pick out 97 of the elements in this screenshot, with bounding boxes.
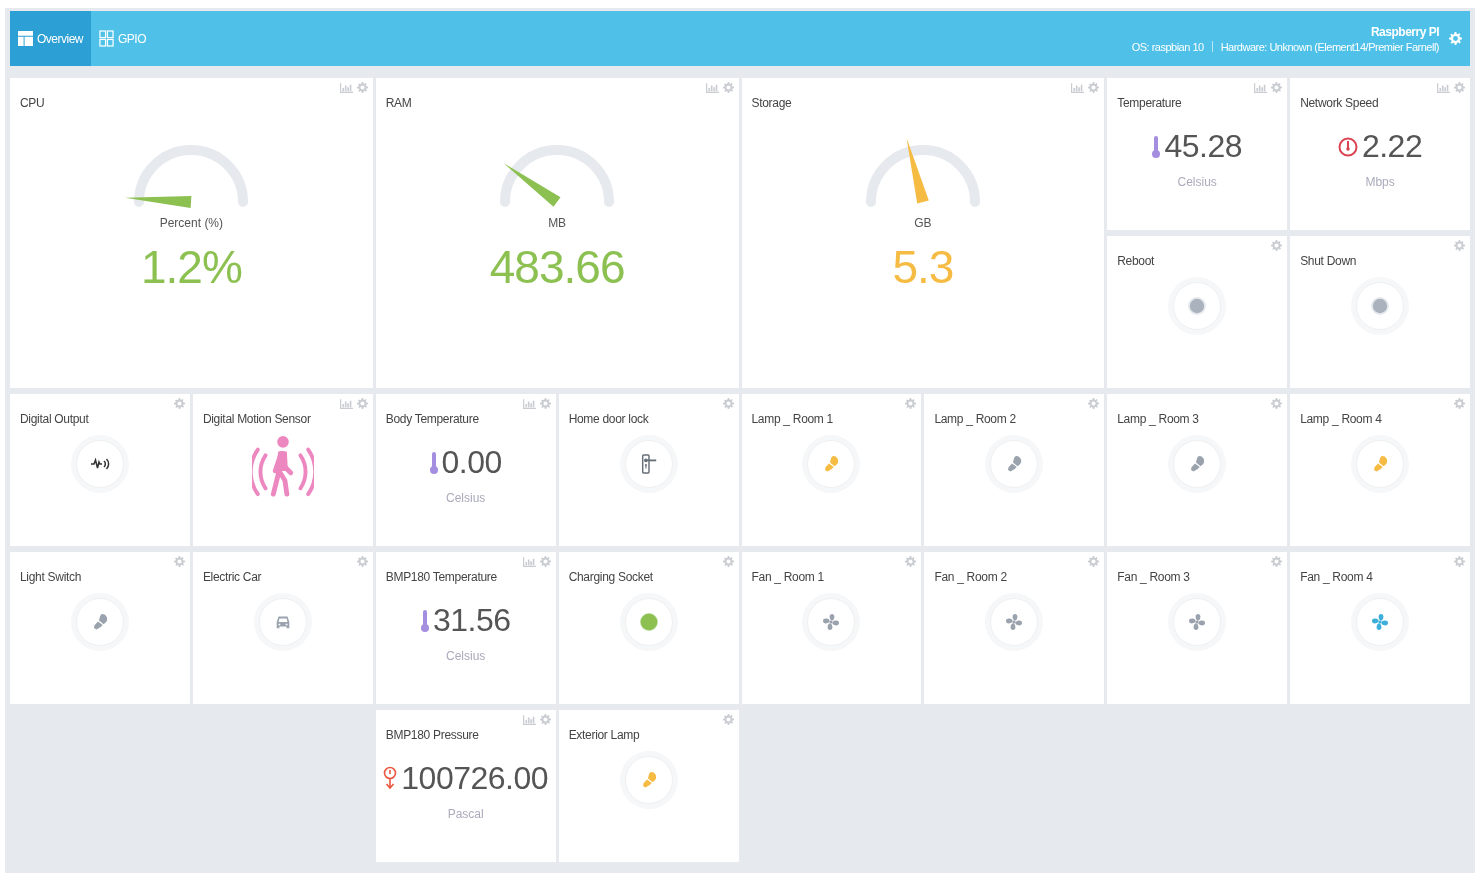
settings-icon[interactable] bbox=[1271, 82, 1283, 93]
settings-icon[interactable] bbox=[722, 82, 734, 93]
settings-icon[interactable] bbox=[722, 714, 734, 725]
thermometer-icon bbox=[429, 450, 438, 475]
settings-icon[interactable] bbox=[539, 714, 551, 725]
unit-label: Celsius bbox=[446, 649, 486, 663]
widget-title: Fan _ Room 3 bbox=[1117, 570, 1190, 584]
unit-label: Celsius bbox=[1177, 175, 1217, 189]
settings-icon[interactable] bbox=[1454, 82, 1465, 93]
sensor-value: 31.56 bbox=[432, 602, 511, 639]
chart-icon[interactable] bbox=[1254, 82, 1268, 93]
fan-icon bbox=[1370, 612, 1391, 632]
widget-title: Storage bbox=[751, 96, 792, 110]
pulse-signal-icon bbox=[89, 457, 110, 471]
widget-title: Digital Motion Sensor bbox=[202, 412, 311, 426]
unit-label: Mbps bbox=[1365, 175, 1395, 189]
settings-icon[interactable] bbox=[1088, 398, 1100, 409]
sensor-value: 100726.00 bbox=[401, 760, 549, 797]
widget-title: CPU bbox=[20, 96, 45, 110]
settings-icon[interactable] bbox=[356, 398, 368, 409]
chart-icon[interactable] bbox=[705, 82, 719, 93]
widget-title: RAM bbox=[385, 96, 412, 110]
settings-icon[interactable] bbox=[539, 398, 551, 409]
settings-icon[interactable] bbox=[1271, 556, 1283, 567]
chart-icon[interactable] bbox=[522, 398, 536, 409]
grid-icon bbox=[99, 30, 114, 47]
dashboard-icon bbox=[18, 31, 33, 46]
widget-title: Exterior Lamp bbox=[568, 728, 640, 742]
settings-icon[interactable] bbox=[1271, 240, 1283, 251]
hardware-info: Hardware: Unknown (Element14/Premier Farnell) bbox=[1220, 40, 1439, 53]
unit-label: Percent (%) bbox=[159, 216, 224, 230]
thermometer-icon bbox=[420, 608, 429, 633]
sensor-value: 2.22 bbox=[1361, 128, 1423, 165]
record-icon bbox=[1188, 297, 1207, 315]
status-dot-icon bbox=[638, 612, 659, 632]
speedometer-icon bbox=[1337, 136, 1358, 157]
unit-label: MB bbox=[548, 216, 567, 230]
device-name: Raspberry PI bbox=[1370, 24, 1439, 39]
settings-icon[interactable] bbox=[1454, 556, 1465, 567]
os-info: OS: raspbian 10 bbox=[1131, 40, 1204, 53]
widget-title: Lamp _ Room 1 bbox=[751, 412, 833, 426]
widget-title: Light Switch bbox=[20, 570, 82, 584]
widget-title: Fan _ Room 2 bbox=[934, 570, 1007, 584]
sensor-value: 0.00 bbox=[441, 444, 502, 481]
chart-icon[interactable] bbox=[1071, 82, 1085, 93]
unit-label: Celsius bbox=[446, 491, 486, 505]
chart-icon[interactable] bbox=[339, 398, 353, 409]
unit-label: GB bbox=[914, 216, 932, 230]
settings-icon[interactable] bbox=[1271, 398, 1283, 409]
nav-tab[interactable]: Overview bbox=[10, 11, 91, 66]
settings-icon[interactable] bbox=[1449, 32, 1462, 45]
settings-icon[interactable] bbox=[1454, 240, 1465, 251]
settings-icon[interactable] bbox=[173, 398, 185, 409]
settings-icon[interactable] bbox=[356, 82, 368, 93]
gauge-value: 483.66 bbox=[489, 240, 625, 294]
widget-title: BMP180 Pressure bbox=[385, 728, 479, 742]
widget-title: Electric Car bbox=[202, 570, 262, 584]
gauge-value: 1.2% bbox=[140, 240, 242, 294]
chart-icon[interactable] bbox=[522, 714, 536, 725]
settings-icon[interactable] bbox=[722, 398, 734, 409]
pressure-gauge-icon bbox=[383, 765, 398, 792]
chart-icon[interactable] bbox=[339, 82, 353, 93]
door-handle-icon bbox=[639, 453, 658, 475]
settings-icon[interactable] bbox=[722, 556, 734, 567]
widget-title: Network Speed bbox=[1300, 96, 1379, 110]
record-icon bbox=[1371, 297, 1390, 315]
settings-icon[interactable] bbox=[173, 556, 185, 567]
settings-icon[interactable] bbox=[356, 556, 368, 567]
widget-title: Lamp _ Room 2 bbox=[934, 412, 1016, 426]
fan-icon bbox=[1187, 612, 1208, 632]
settings-icon[interactable] bbox=[539, 556, 551, 567]
widget-title: Shut Down bbox=[1300, 254, 1357, 268]
settings-icon[interactable] bbox=[1088, 82, 1100, 93]
widget-title: Lamp _ Room 4 bbox=[1300, 412, 1382, 426]
widget-title: Body Temperature bbox=[385, 412, 479, 426]
nav-tab[interactable]: GPIO bbox=[91, 11, 155, 66]
widget-title: Fan _ Room 1 bbox=[751, 570, 824, 584]
fan-icon bbox=[821, 612, 842, 632]
widget-title: Charging Socket bbox=[568, 570, 653, 584]
widget-title: BMP180 Temperature bbox=[385, 570, 497, 584]
unit-label: Pascal bbox=[447, 807, 484, 821]
widget-title: Digital Output bbox=[20, 412, 89, 426]
gauge-value: 5.3 bbox=[892, 240, 954, 294]
widget-title: Home door lock bbox=[568, 412, 649, 426]
sensor-value: 45.28 bbox=[1164, 128, 1242, 165]
settings-icon[interactable] bbox=[1454, 398, 1465, 409]
chart-icon[interactable] bbox=[522, 556, 536, 567]
thermometer-icon bbox=[1152, 134, 1161, 159]
widget-title: Lamp _ Room 3 bbox=[1117, 412, 1199, 426]
widget-title: Reboot bbox=[1117, 254, 1155, 268]
settings-icon[interactable] bbox=[1088, 556, 1100, 567]
settings-icon[interactable] bbox=[905, 556, 917, 567]
widget-title: Temperature bbox=[1117, 96, 1182, 110]
fan-icon bbox=[1004, 612, 1025, 632]
widget-title: Fan _ Room 4 bbox=[1300, 570, 1373, 584]
settings-icon[interactable] bbox=[905, 398, 917, 409]
chart-icon[interactable] bbox=[1437, 82, 1450, 93]
